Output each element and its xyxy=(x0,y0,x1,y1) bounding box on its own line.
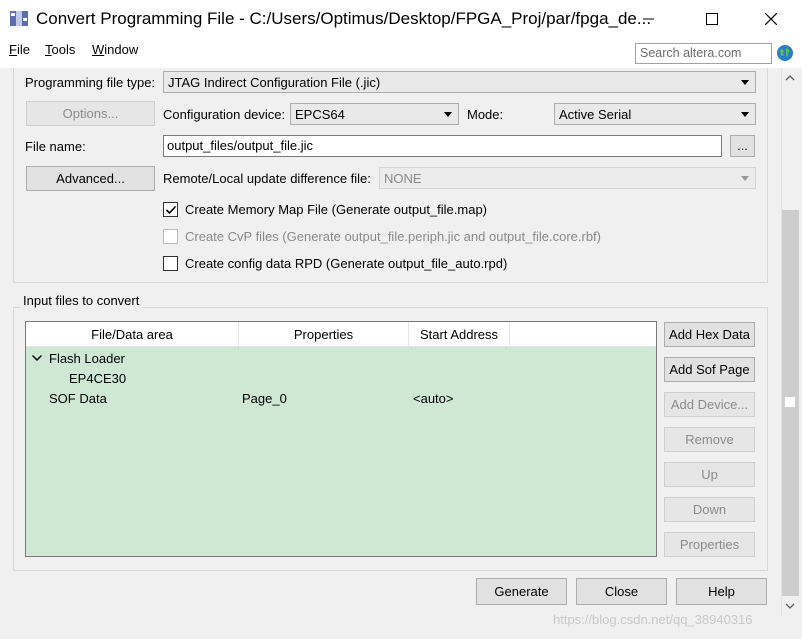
minimize-button[interactable] xyxy=(620,0,678,38)
options-button[interactable]: Options... xyxy=(26,101,155,126)
table-row-flash-loader[interactable]: Flash Loader xyxy=(49,351,125,366)
advanced-button[interactable]: Advanced... xyxy=(26,166,155,191)
table-header: File/Data area Properties Start Address xyxy=(26,322,656,347)
menu-tools[interactable]: Tools xyxy=(45,42,75,57)
table-row-sof-data[interactable]: SOF Data xyxy=(49,391,107,406)
remote-local-value: NONE xyxy=(384,171,422,186)
up-button[interactable]: Up xyxy=(664,462,755,487)
memory-map-label: Create Memory Map File (Generate output_… xyxy=(185,202,488,217)
sof-data-start-address: <auto> xyxy=(413,391,454,406)
input-files-group-title: Input files to convert xyxy=(20,293,143,308)
config-rpd-label: Create config data RPD (Generate output_… xyxy=(185,256,508,271)
file-name-label: File name: xyxy=(25,139,86,154)
sof-data-properties: Page_0 xyxy=(242,391,287,406)
maximize-icon xyxy=(706,13,718,25)
generate-button[interactable]: Generate xyxy=(476,578,567,605)
minimize-icon xyxy=(643,18,654,20)
remove-button[interactable]: Remove xyxy=(664,427,755,452)
scroll-up-icon[interactable] xyxy=(784,72,796,84)
configuration-device-select[interactable]: EPCS64 xyxy=(290,103,459,125)
menu-window-rest: indow xyxy=(104,42,139,57)
chevron-down-icon xyxy=(444,112,452,117)
watermark: https://blog.csdn.net/qq_38940316 xyxy=(553,612,753,627)
browse-button[interactable]: ... xyxy=(730,135,755,157)
title-bar: Convert Programming File - C:/Users/Opti… xyxy=(0,0,802,38)
menu-tools-rest: ools xyxy=(51,42,76,57)
down-button[interactable]: Down xyxy=(664,497,755,522)
input-files-table[interactable]: File/Data area Properties Start Address … xyxy=(25,321,657,557)
table-row-device[interactable]: EP4CE30 xyxy=(69,371,126,386)
scroll-down-icon[interactable] xyxy=(784,600,796,612)
help-button[interactable]: Help xyxy=(676,578,767,605)
programming-file-type-value: JTAG Indirect Configuration File (.jic) xyxy=(168,75,381,90)
menu-file-rest: ile xyxy=(16,42,30,57)
memory-map-checkbox[interactable] xyxy=(163,202,178,217)
programming-file-type-select[interactable]: JTAG Indirect Configuration File (.jic) xyxy=(163,71,756,93)
file-name-input[interactable]: output_files/output_file.jic xyxy=(163,135,722,157)
remote-local-select[interactable]: NONE xyxy=(379,167,756,189)
chevron-down-icon[interactable] xyxy=(31,353,43,363)
column-header-properties[interactable]: Properties xyxy=(239,322,409,347)
cvp-files-label: Create CvP files (Generate output_file.p… xyxy=(185,229,601,244)
chevron-down-icon xyxy=(741,80,749,85)
config-rpd-checkbox[interactable] xyxy=(163,256,178,271)
programming-file-type-text: Programming file type: xyxy=(25,75,156,90)
properties-button[interactable]: Properties xyxy=(664,532,755,557)
column-header-file[interactable]: File/Data area xyxy=(26,322,239,347)
configuration-device-value: EPCS64 xyxy=(295,107,345,122)
window-title: Convert Programming File - C:/Users/Opti… xyxy=(36,9,652,28)
mode-select[interactable]: Active Serial xyxy=(554,103,756,125)
column-header-start-address[interactable]: Start Address xyxy=(409,322,510,347)
configuration-device-label: Configuration device: xyxy=(163,107,286,122)
mode-value: Active Serial xyxy=(559,107,632,122)
menu-file[interactable]: File xyxy=(9,42,30,57)
mode-label: Mode: xyxy=(467,107,504,122)
add-hex-data-button[interactable]: Add Hex Data xyxy=(664,322,755,347)
close-window-button[interactable] xyxy=(742,0,800,38)
programming-file-type-label: Programming file type: xyxy=(25,75,155,90)
close-icon xyxy=(765,13,777,25)
scrollbar-grip xyxy=(784,396,796,408)
remote-local-label: Remote/Local update difference file: xyxy=(163,171,371,186)
search-input[interactable]: Search altera.com xyxy=(635,43,772,64)
maximize-button[interactable] xyxy=(683,0,741,38)
checkmark-icon xyxy=(165,205,177,215)
chevron-down-icon xyxy=(741,176,749,181)
quartus-convert-icon xyxy=(10,11,28,26)
close-button[interactable]: Close xyxy=(576,578,667,605)
add-device-button[interactable]: Add Device... xyxy=(664,392,755,417)
add-sof-page-button[interactable]: Add Sof Page xyxy=(664,357,755,382)
chevron-down-icon xyxy=(741,112,749,117)
globe-icon[interactable] xyxy=(776,44,794,62)
cvp-files-checkbox[interactable] xyxy=(163,229,178,244)
menu-window[interactable]: Window xyxy=(92,42,138,57)
